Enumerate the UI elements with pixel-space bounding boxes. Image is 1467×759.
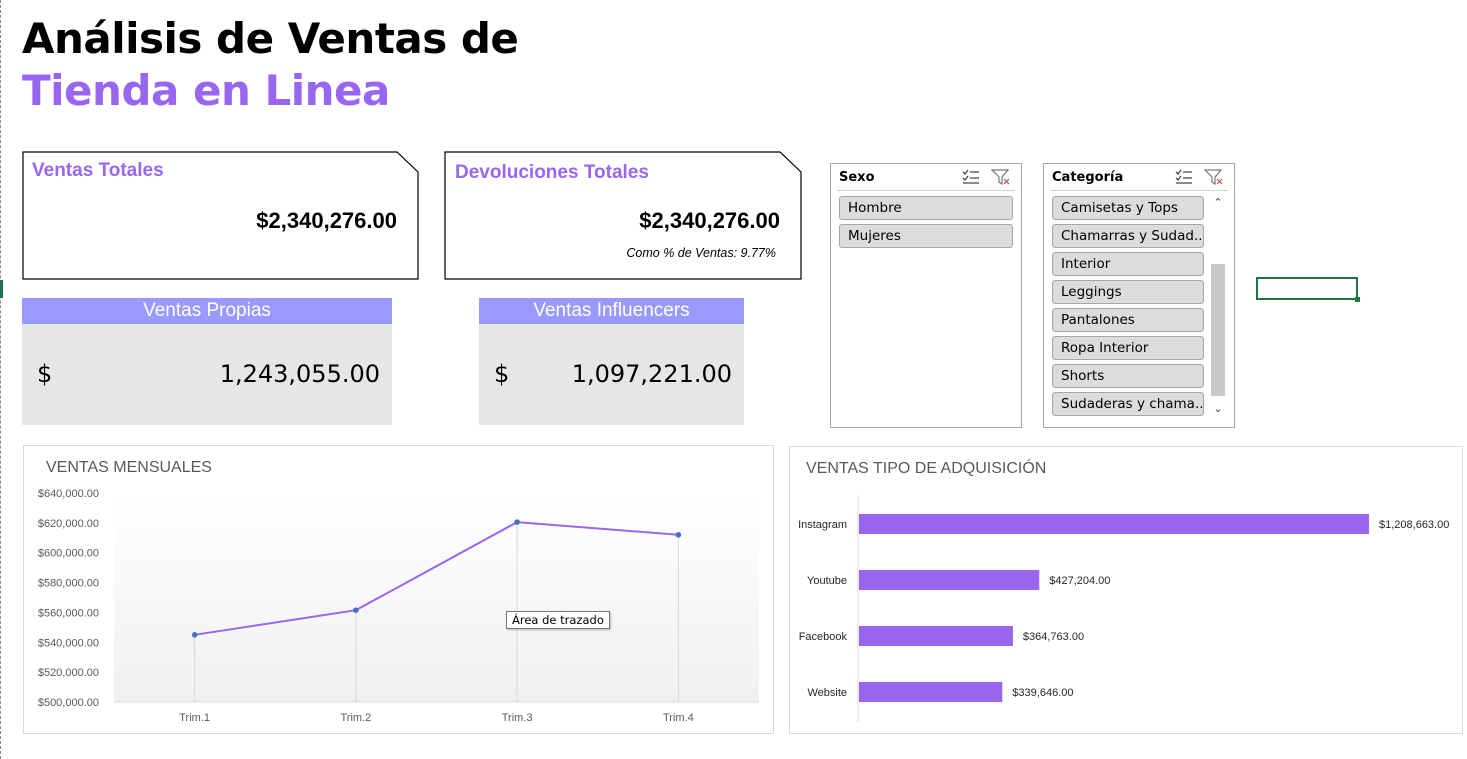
x-tick-label: Trim.4 — [663, 712, 694, 724]
bar — [859, 570, 1040, 590]
y-tick-label: $540,000.00 — [38, 637, 99, 649]
clear-filter-icon[interactable] — [991, 168, 1011, 186]
slicer-title: Categoría — [1052, 170, 1124, 185]
ventas-propias-value: 1,243,055.00 — [219, 360, 380, 388]
data-label: $1,208,663.00 — [1379, 519, 1449, 531]
sheet-left-edge — [0, 0, 4, 759]
data-point — [191, 632, 198, 638]
kpi-value: $2,340,276.00 — [256, 208, 397, 233]
chart-ventas-tipo-adquisicion[interactable]: VENTAS TIPO DE ADQUISICIÓN Instagram $1,2… — [789, 446, 1463, 734]
category-label: Instagram — [798, 519, 847, 531]
y-tick-label: $640,000.00 — [38, 488, 99, 500]
currency-symbol: $ — [494, 360, 510, 388]
category-label: Facebook — [799, 631, 848, 643]
chevron-up-icon[interactable]: ⌃ — [1210, 196, 1226, 210]
chevron-down-icon[interactable]: ⌄ — [1210, 402, 1226, 416]
slicer-categoria[interactable]: Categoría Camisetas y Tops Chamarras y S… — [1043, 163, 1235, 428]
y-tick-label: $500,000.00 — [38, 697, 99, 709]
slicer-divider — [1050, 190, 1228, 191]
data-point — [353, 607, 359, 613]
slicer-item-leggings[interactable]: Leggings — [1052, 280, 1204, 304]
bar-chart-svg: Instagram $1,208,663.00 Youtube $427,204.00… — [798, 495, 1449, 722]
plot-area-tooltip: Área de trazado — [506, 611, 610, 629]
bar — [859, 626, 1013, 646]
y-tick-label: $560,000.00 — [38, 607, 99, 619]
selected-cell[interactable] — [1256, 277, 1360, 302]
kpi-value: $2,340,276.00 — [639, 208, 780, 233]
x-tick-label: Trim.3 — [502, 712, 533, 724]
kpi-ventas-totales[interactable]: Ventas Totales $2,340,276.00 — [22, 151, 419, 280]
y-tick-label: $580,000.00 — [38, 578, 99, 590]
bar — [859, 682, 1003, 702]
y-tick-label: $620,000.00 — [38, 518, 99, 530]
slicer-item-ropa-interior[interactable]: Ropa Interior — [1052, 336, 1204, 360]
kpi-label: Ventas Totales — [32, 160, 164, 181]
x-tick-label: Trim.1 — [179, 712, 210, 724]
slicer-item-mujeres[interactable]: Mujeres — [839, 224, 1013, 248]
slicer-item-interior[interactable]: Interior — [1052, 252, 1204, 276]
data-point — [514, 519, 520, 525]
data-label: $364,763.00 — [1023, 631, 1084, 643]
page-title-line2: Tienda en Linea — [22, 66, 390, 115]
kpi-subtext: Como % de Ventas: 9.77% — [626, 246, 776, 260]
x-tick-label: Trim.2 — [340, 712, 371, 724]
ventas-influencers-value: 1,097,221.00 — [571, 360, 732, 388]
ventas-propias-header: Ventas Propias — [22, 298, 392, 324]
y-tick-label: $600,000.00 — [38, 548, 99, 560]
slicer-item-shorts[interactable]: Shorts — [1052, 364, 1204, 388]
clear-filter-icon[interactable] — [1204, 168, 1224, 186]
ventas-influencers-header: Ventas Influencers — [479, 298, 744, 324]
plot-area — [114, 493, 759, 702]
y-tick-label: $520,000.00 — [38, 667, 99, 679]
page-title-line1: Análisis de Ventas de — [22, 14, 519, 63]
chart-ventas-mensuales[interactable]: VENTAS MENSUALES $640,000.00 $620,000.00 $… — [23, 445, 774, 734]
category-label: Website — [807, 687, 847, 699]
slicer-item-hombre[interactable]: Hombre — [839, 196, 1013, 220]
slicer-item-chamarras[interactable]: Chamarras y Sudad... — [1052, 224, 1204, 248]
slicer-scrollbar[interactable]: ⌃ ⌄ — [1210, 194, 1226, 420]
data-label: $339,646.00 — [1012, 687, 1073, 699]
slicer-item-sudaderas[interactable]: Sudaderas y chama... — [1052, 392, 1204, 416]
slicer-item-pantalones[interactable]: Pantalones — [1052, 308, 1204, 332]
data-point — [675, 532, 682, 538]
multiselect-icon[interactable] — [1174, 168, 1194, 186]
slicer-title: Sexo — [839, 170, 875, 185]
row-indicator — [0, 280, 3, 298]
kpi-label: Devoluciones Totales — [455, 162, 649, 183]
scroll-thumb[interactable] — [1211, 264, 1225, 396]
ventas-propias-box[interactable]: Ventas Propias $ 1,243,055.00 — [22, 298, 392, 425]
category-label: Youtube — [807, 575, 847, 587]
multiselect-icon[interactable] — [961, 168, 981, 186]
slicer-divider — [837, 190, 1015, 191]
data-label: $427,204.00 — [1049, 575, 1110, 587]
ventas-influencers-box[interactable]: Ventas Influencers $ 1,097,221.00 — [479, 298, 744, 425]
slicer-sexo[interactable]: Sexo Hombre Mujeres — [830, 163, 1022, 428]
bar — [859, 514, 1369, 534]
line-chart-svg: $640,000.00 $620,000.00 $600,000.00 $580,00… — [38, 488, 759, 724]
slicer-item-camisetas[interactable]: Camisetas y Tops — [1052, 196, 1204, 220]
kpi-devoluciones-totales[interactable]: Devoluciones Totales $2,340,276.00 Como … — [444, 151, 802, 280]
currency-symbol: $ — [37, 360, 53, 388]
